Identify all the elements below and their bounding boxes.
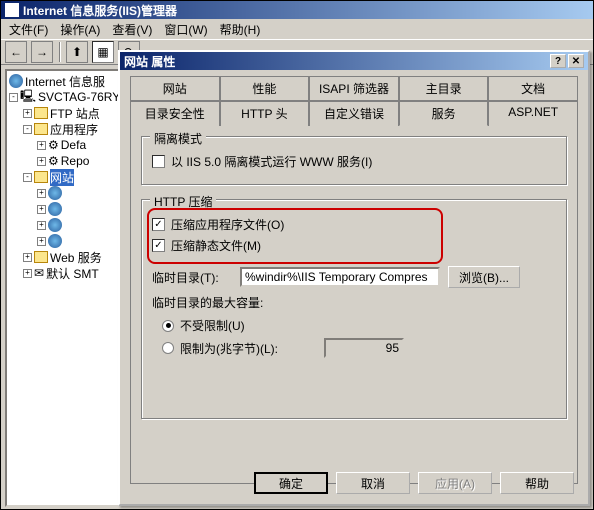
collapse-icon[interactable]: - (23, 125, 32, 134)
help-icon[interactable]: ? (550, 54, 566, 68)
collapse-icon[interactable]: - (23, 173, 32, 182)
tab-container: 网站 性能 ISAPI 筛选器 主目录 文档 目录安全性 HTTP 头 自定义错… (130, 76, 578, 484)
tab-httpheaders[interactable]: HTTP 头 (220, 101, 310, 126)
tree-site-1[interactable]: + (9, 185, 125, 201)
site-icon (48, 202, 62, 216)
tree-panel[interactable]: Internet 信息服 -🖳SVCTAG-76RY +FTP 站点 -应用程序… (5, 69, 129, 507)
limited-radio[interactable] (162, 342, 174, 354)
compress-group: HTTP 压缩 ✓ 压缩应用程序文件(O) ✓ 压缩静态文件(M) 临时目录(T… (141, 199, 567, 419)
tempdir-input[interactable]: %windir%\IIS Temporary Compres (240, 267, 440, 287)
tab-dirsec[interactable]: 目录安全性 (130, 101, 220, 126)
tree-server[interactable]: -🖳SVCTAG-76RY (9, 89, 125, 105)
app-icon (5, 3, 19, 17)
tree-site-3[interactable]: + (9, 217, 125, 233)
menu-action[interactable]: 操作(A) (56, 19, 104, 40)
tab-homedir[interactable]: 主目录 (399, 76, 489, 101)
tab-website[interactable]: 网站 (130, 76, 220, 101)
dialog-title: 网站 属性 (124, 53, 175, 70)
folder-icon (34, 251, 48, 263)
unlimited-label: 不受限制(U) (180, 317, 245, 334)
compress-static-label: 压缩静态文件(M) (171, 237, 261, 254)
ok-button[interactable]: 确定 (254, 472, 328, 494)
expand-icon[interactable]: + (23, 109, 32, 118)
expand-icon[interactable]: + (37, 205, 46, 214)
tab-aspnet[interactable]: ASP.NET (488, 101, 578, 126)
site-icon (48, 218, 62, 232)
main-title: Internet 信息服务(IIS)管理器 (23, 2, 177, 19)
expand-icon[interactable]: + (23, 253, 32, 262)
tab-performance[interactable]: 性能 (220, 76, 310, 101)
compress-app-label: 压缩应用程序文件(O) (171, 216, 284, 233)
limited-label: 限制为(兆字节)(L): (180, 340, 278, 357)
tab-customerr[interactable]: 自定义错误 (309, 101, 399, 126)
expand-icon[interactable]: + (37, 237, 46, 246)
close-icon[interactable]: ✕ (568, 54, 584, 68)
site-icon (48, 234, 62, 248)
tab-isapi[interactable]: ISAPI 筛选器 (309, 76, 399, 101)
tab-service[interactable]: 服务 (399, 101, 489, 126)
menu-window[interactable]: 窗口(W) (160, 19, 211, 40)
tree-webserv[interactable]: +Web 服务 (9, 249, 125, 265)
expand-icon[interactable]: + (37, 141, 46, 150)
isolation-checkbox-label: 以 IIS 5.0 隔离模式运行 WWW 服务(I) (171, 153, 372, 170)
tempdir-label: 临时目录(T): (152, 269, 232, 286)
tree-ftp[interactable]: +FTP 站点 (9, 105, 125, 121)
folder-icon (34, 123, 48, 135)
menu-file[interactable]: 文件(F) (5, 19, 52, 40)
help-button[interactable]: 帮助 (500, 472, 574, 494)
tree-websites[interactable]: -网站 (9, 169, 125, 185)
collapse-icon[interactable]: - (9, 93, 18, 102)
main-titlebar: Internet 信息服务(IIS)管理器 (1, 1, 593, 19)
compress-group-label: HTTP 压缩 (150, 193, 216, 210)
tab-row-2: 目录安全性 HTTP 头 自定义错误 服务 ASP.NET (130, 101, 578, 126)
tree-site-2[interactable]: + (9, 201, 125, 217)
folder-icon (34, 107, 48, 119)
unlimited-radio[interactable] (162, 320, 174, 332)
limit-value-input: 95 (324, 338, 404, 358)
expand-icon[interactable]: + (37, 221, 46, 230)
tree-smtp[interactable]: +✉默认 SMT (9, 265, 125, 281)
website-properties-dialog: 网站 属性 ? ✕ 网站 性能 ISAPI 筛选器 主目录 文档 目录安全性 H… (118, 50, 590, 506)
tree-apppool[interactable]: -应用程序 (9, 121, 125, 137)
up-button[interactable]: ⬆ (66, 41, 88, 63)
expand-icon[interactable]: + (23, 269, 32, 278)
isolation-group: 隔离模式 以 IIS 5.0 隔离模式运行 WWW 服务(I) (141, 136, 567, 185)
menubar: 文件(F) 操作(A) 查看(V) 窗口(W) 帮助(H) (1, 19, 593, 39)
tab-body: 隔离模式 以 IIS 5.0 隔离模式运行 WWW 服务(I) HTTP 压缩 … (130, 126, 578, 484)
back-button[interactable]: ← (5, 41, 27, 63)
browse-button[interactable]: 浏览(B)... (448, 266, 520, 288)
forward-button[interactable]: → (31, 41, 53, 63)
dialog-titlebar: 网站 属性 ? ✕ (120, 52, 588, 70)
isolation-checkbox[interactable] (152, 155, 165, 168)
dialog-button-row: 确定 取消 应用(A) 帮助 (254, 472, 574, 494)
tree-site-4[interactable]: + (9, 233, 125, 249)
compress-app-checkbox[interactable]: ✓ (152, 218, 165, 231)
expand-icon[interactable]: + (37, 157, 46, 166)
tree-repo[interactable]: +⚙Repo (9, 153, 125, 169)
tree-defa[interactable]: +⚙Defa (9, 137, 125, 153)
site-icon (48, 186, 62, 200)
menu-view[interactable]: 查看(V) (108, 19, 156, 40)
expand-icon[interactable]: + (37, 189, 46, 198)
compress-static-checkbox[interactable]: ✓ (152, 239, 165, 252)
folder-icon (34, 171, 48, 183)
apply-button: 应用(A) (418, 472, 492, 494)
tab-row-1: 网站 性能 ISAPI 筛选器 主目录 文档 (130, 76, 578, 101)
isolation-group-label: 隔离模式 (150, 130, 206, 147)
maxsize-label: 临时目录的最大容量: (152, 294, 263, 311)
tab-documents[interactable]: 文档 (488, 76, 578, 101)
menu-help[interactable]: 帮助(H) (216, 19, 265, 40)
toolbar-separator (59, 42, 60, 62)
properties-button[interactable]: ▦ (92, 41, 114, 63)
cancel-button[interactable]: 取消 (336, 472, 410, 494)
